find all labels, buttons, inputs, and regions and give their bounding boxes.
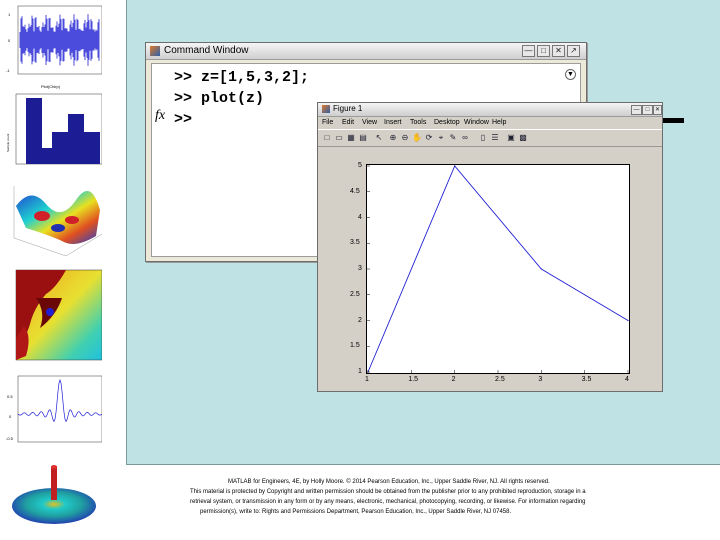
y-tick-label: 1	[358, 368, 362, 375]
x-tick-label: 2.5	[495, 376, 505, 383]
chirp-title: Plot(Chirp)	[41, 84, 61, 89]
menu-edit[interactable]: Edit	[342, 119, 354, 126]
x-tick-label: 2	[451, 376, 456, 383]
svg-text:Sample count: Sample count	[6, 133, 10, 152]
svg-text:-0.5: -0.5	[6, 436, 14, 441]
save-icon[interactable]: ▦	[346, 133, 356, 143]
command-window-title: Command Window	[164, 45, 249, 56]
footer-line-2: This material is protected by Copyright …	[190, 489, 586, 495]
menu-tools[interactable]: Tools	[410, 119, 426, 126]
pan-icon[interactable]: ✋	[412, 133, 422, 143]
matlab-logo-icon	[150, 46, 160, 56]
y-tick-label: 2	[358, 316, 362, 324]
close-icon[interactable]: ✕	[552, 45, 565, 57]
figure-logo-icon	[322, 105, 330, 113]
print-icon[interactable]: ▤	[358, 133, 368, 143]
line-plot-svg	[367, 165, 629, 373]
series-line	[367, 165, 629, 373]
minimize-icon[interactable]: —	[631, 105, 642, 115]
chirp-plot-graphic: 1 0 -1 Plot(Chirp)	[6, 5, 102, 89]
thumbnail-chirp-plot: 1 0 -1 Plot(Chirp)	[6, 2, 102, 90]
brush-icon[interactable]: ✎	[448, 133, 458, 143]
figure-titlebar[interactable]: Figure 1 — □ ✕	[318, 103, 662, 117]
menu-insert[interactable]: Insert	[384, 119, 402, 126]
data-point	[454, 165, 456, 167]
thumbnail-histogram: Sample count	[6, 92, 102, 172]
data-cursor-icon[interactable]: ⌖	[436, 133, 446, 143]
svg-text:1: 1	[8, 12, 11, 17]
x-tick-label: 1	[365, 376, 369, 383]
menu-window[interactable]: Window	[464, 119, 489, 126]
data-point	[627, 319, 629, 322]
thumbnail-3d-surface	[6, 176, 102, 262]
y-tick-label: 1.5	[350, 342, 360, 350]
copyright-footer: MATLAB for Engineers, 4E, by Holly Moore…	[190, 477, 660, 517]
colorbar-icon[interactable]: ▯	[478, 133, 488, 143]
footer-line-1: MATLAB for Engineers, 4E, by Holly Moore…	[228, 479, 550, 485]
function-browser-icon[interactable]: fx	[155, 108, 165, 124]
command-line-2: >> plot(z)	[174, 90, 265, 107]
thumbnail-fractal-image	[6, 268, 102, 364]
menu-file[interactable]: File	[322, 119, 333, 126]
new-file-icon[interactable]: □	[322, 133, 332, 143]
figure-menubar: File Edit View Insert Tools Desktop Wind…	[318, 117, 662, 129]
link-icon[interactable]: ∞	[460, 133, 470, 143]
maximize-icon[interactable]: □	[537, 45, 550, 57]
histogram-graphic: Sample count	[6, 93, 102, 165]
action-menu-icon[interactable]: ▼	[565, 69, 576, 80]
undock-icon[interactable]: ↗	[567, 45, 580, 57]
plot-axes[interactable]	[366, 164, 630, 374]
x-tick-label: 1.5	[408, 376, 419, 383]
y-tick-label: 4	[358, 213, 362, 221]
close-icon[interactable]: ✕	[653, 105, 662, 115]
svg-text:0.5: 0.5	[7, 394, 13, 399]
svg-text:0: 0	[8, 38, 11, 43]
show-plot-tools-icon[interactable]: ▩	[518, 133, 528, 143]
open-icon[interactable]: ▭	[334, 133, 344, 143]
x-tick-label: 3	[538, 376, 543, 383]
left-thumbnail-strip: 1 0 -1 Plot(Chirp) Sample count 0.5 0 -0…	[0, 0, 126, 540]
y-tick-label: 5	[358, 162, 362, 169]
thumbnail-3d-peak	[6, 462, 102, 532]
x-tick-label: 4	[625, 376, 629, 383]
minimize-icon[interactable]: —	[522, 45, 535, 57]
command-prompt-input[interactable]: >>	[174, 111, 192, 128]
y-tick-label: 4.5	[350, 187, 360, 195]
command-window-titlebar[interactable]: Command Window — □ ✕ ↗	[146, 43, 586, 60]
pointer-icon[interactable]: ↖	[374, 133, 384, 143]
figure-toolbar: □ ▭ ▦ ▤ ↖ ⊕ ⊖ ✋ ⟳ ⌖ ✎ ∞ ▯ ☰ ▣ ▩	[318, 129, 662, 147]
footer-line-4: permission(s), write to: Rights and Perm…	[200, 509, 512, 515]
rotate-icon[interactable]: ⟳	[424, 133, 434, 143]
footer-line-3: retrieval system, or transmission in any…	[190, 499, 586, 505]
menu-help[interactable]: Help	[492, 119, 506, 126]
menu-desktop[interactable]: Desktop	[434, 119, 460, 126]
figure-title: Figure 1	[333, 104, 363, 113]
sinc-graphic: 0.5 0 -0.5	[6, 375, 102, 443]
surface-graphic	[13, 186, 102, 257]
peak-graphic	[12, 465, 96, 524]
legend-icon[interactable]: ☰	[490, 133, 500, 143]
svg-text:0: 0	[9, 414, 12, 419]
fractal-graphic	[15, 269, 102, 361]
zoom-out-icon[interactable]: ⊖	[400, 133, 410, 143]
maximize-icon[interactable]: □	[642, 105, 653, 115]
y-tick-label: 3.5	[350, 239, 360, 247]
data-point	[540, 268, 542, 270]
x-tick-label: 3.5	[581, 376, 592, 383]
command-line-1: >> z=[1,5,3,2];	[174, 69, 310, 86]
thumbnail-sinc-plot: 0.5 0 -0.5	[6, 372, 102, 454]
svg-text:-1: -1	[6, 68, 10, 73]
y-tick-label: 2.5	[350, 290, 360, 298]
figure-window[interactable]: Figure 1 — □ ✕ File Edit View Insert Too…	[317, 102, 663, 392]
y-tick-label: 3	[358, 265, 362, 272]
menu-view[interactable]: View	[362, 119, 377, 126]
zoom-in-icon[interactable]: ⊕	[388, 133, 398, 143]
hide-plot-tools-icon[interactable]: ▣	[506, 133, 516, 143]
